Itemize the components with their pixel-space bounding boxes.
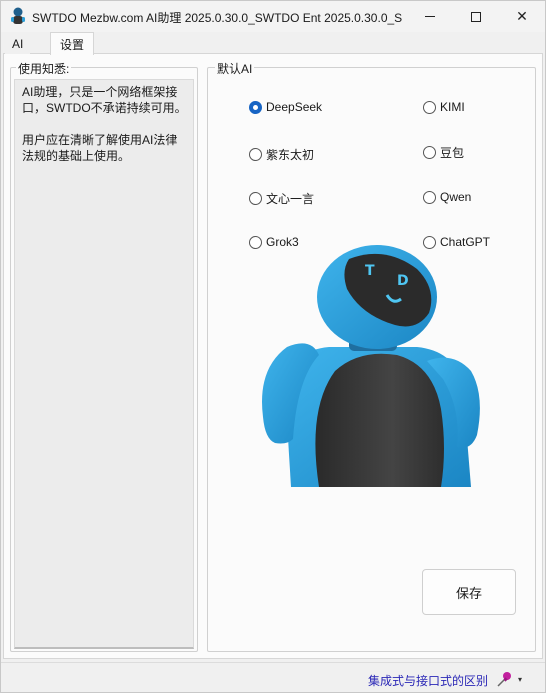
radio-zidongtaichu[interactable]: 紫东太初	[249, 146, 314, 163]
window-title: SWTDO Mezbw.com AI助理 2025.0.30.0_SWTDO E…	[32, 11, 402, 25]
radio-label: 豆包	[440, 146, 465, 160]
svg-text:T: T	[365, 263, 375, 279]
radio-button[interactable]	[423, 146, 436, 159]
radio-button[interactable]	[423, 100, 436, 114]
notice-textbox[interactable]: AI助理，只是一个网络框架接口，SWTDO不承诺持续可用。 用户应在清晰了解使用…	[14, 79, 194, 649]
pin-icon[interactable]	[496, 670, 514, 688]
radio-label: DeepSeek	[266, 100, 323, 114]
notice-group-title: 使用知悉:	[16, 60, 72, 77]
radio-label: 文心一言	[266, 192, 315, 206]
radio-button-checked[interactable]	[249, 100, 262, 114]
robot-mascot-image: T D	[262, 245, 480, 487]
radio-label: KIMI	[440, 100, 465, 114]
close-button[interactable]: ✕	[499, 1, 545, 32]
svg-text:D: D	[397, 273, 409, 289]
radio-button[interactable]	[249, 192, 262, 205]
tab-ai[interactable]: AI	[5, 34, 31, 54]
radio-deepseek[interactable]: DeepSeek	[249, 100, 322, 114]
radio-wenxinyiyan[interactable]: 文心一言	[249, 190, 314, 207]
notice-paragraph-1: AI助理，只是一个网络框架接口，SWTDO不承诺持续可用。	[22, 85, 187, 115]
radio-doubao[interactable]: 豆包	[423, 144, 464, 161]
maximize-button[interactable]	[453, 1, 499, 32]
radio-qwen[interactable]: Qwen	[423, 190, 471, 204]
chevron-down-icon[interactable]: ▾	[518, 675, 522, 684]
notice-paragraph-2: 用户应在清晰了解使用AI法律法规的基础上使用。	[22, 133, 178, 163]
close-icon: ✕	[516, 8, 528, 24]
title-bar[interactable]: SWTDO Mezbw.com AI助理 2025.0.30.0_SWTDO E…	[1, 1, 545, 32]
tab-strip: AI 设置	[3, 32, 543, 55]
tab-settings[interactable]: 设置	[50, 32, 95, 55]
save-button[interactable]: 保存	[422, 569, 516, 615]
maximize-icon	[471, 11, 481, 22]
radio-kimi[interactable]: KIMI	[423, 100, 465, 114]
radio-button[interactable]	[249, 148, 262, 161]
minimize-button[interactable]	[407, 1, 453, 32]
app-window: SWTDO Mezbw.com AI助理 2025.0.30.0_SWTDO E…	[0, 0, 546, 693]
radio-label: 紫东太初	[266, 148, 315, 162]
radio-button[interactable]	[423, 190, 436, 204]
status-bar: 集成式与接口式的区别 ▾	[1, 662, 545, 692]
default-ai-group-title: 默认AI	[215, 60, 255, 77]
radio-label: Qwen	[440, 190, 472, 204]
minimize-icon	[425, 16, 435, 17]
integrated-vs-interface-link[interactable]: 集成式与接口式的区别	[368, 672, 488, 689]
app-logo-icon	[11, 7, 25, 24]
